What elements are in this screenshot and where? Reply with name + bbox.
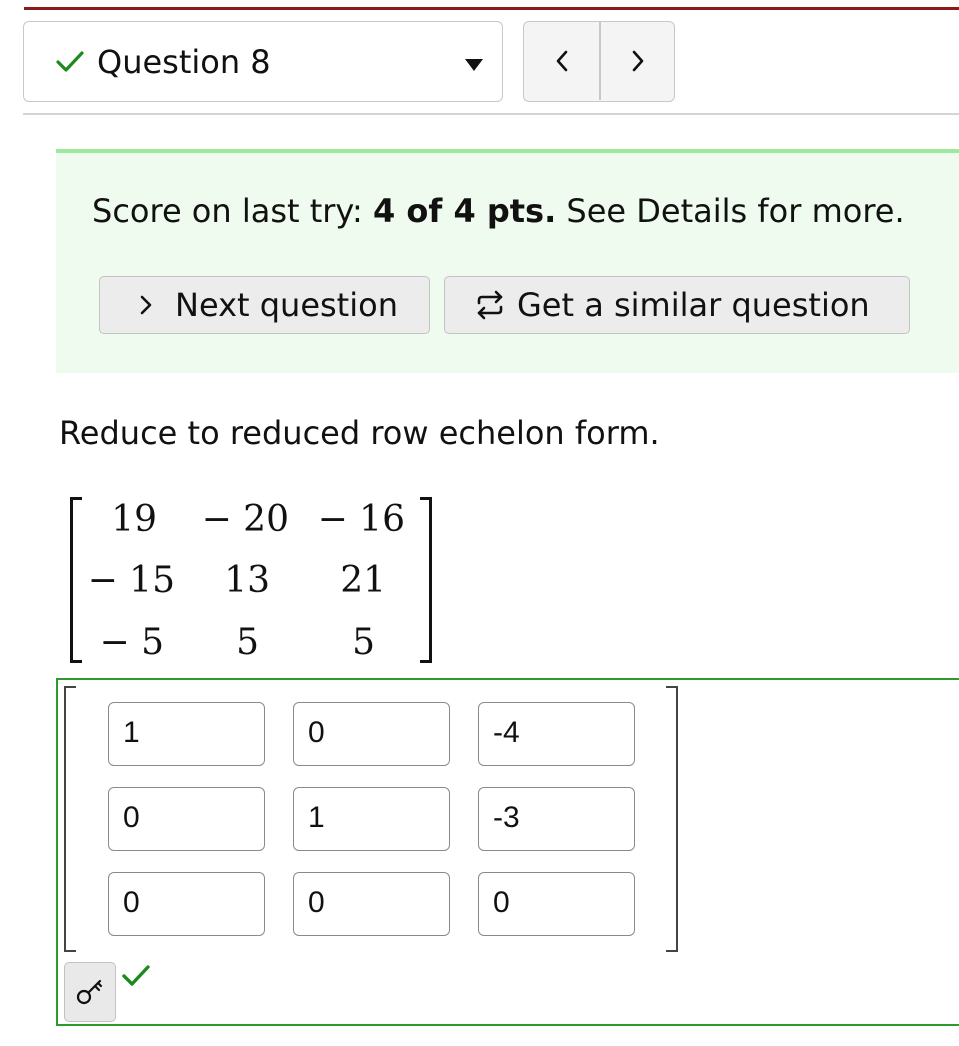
matrix-cell: − 5 — [99, 622, 164, 663]
header-divider — [23, 113, 959, 115]
chevron-right-icon — [140, 295, 152, 315]
question-nav — [523, 21, 675, 102]
answer-right-bracket — [666, 686, 678, 952]
matrix-cell: − 15 — [87, 560, 175, 601]
answer-left-bracket — [64, 686, 76, 952]
score-value: 4 of 4 pts. — [372, 192, 557, 230]
answer-cell-input[interactable]: -3 — [478, 787, 635, 851]
answer-cell-input[interactable]: 1 — [108, 702, 265, 766]
chevron-left-icon — [556, 50, 567, 72]
question-selector[interactable]: Question 8 — [23, 21, 503, 102]
matrix-cell: 5 — [236, 622, 259, 663]
matrix-cell: 19 — [111, 499, 157, 540]
question-prompt: Reduce to reduced row echelon form. — [59, 414, 660, 452]
answer-cell-input[interactable]: 0 — [293, 872, 450, 936]
chevron-right-icon — [632, 50, 643, 72]
next-question-label: Next question — [175, 285, 398, 324]
matrix-cell: − 16 — [317, 499, 405, 540]
previous-question-button[interactable] — [524, 22, 599, 100]
answer-cell-input[interactable]: 0 — [478, 872, 635, 936]
repeat-icon — [477, 290, 503, 320]
answer-matrix-box: 1 0 -4 0 1 -3 0 0 0 — [56, 678, 959, 1026]
similar-question-label: Get a similar question — [517, 285, 870, 324]
score-message: Score on last try: 4 of 4 pts. See Detai… — [92, 191, 905, 231]
answer-cell-input[interactable]: 1 — [293, 787, 450, 851]
score-panel: Score on last try: 4 of 4 pts. See Detai… — [56, 149, 959, 373]
top-rule — [24, 7, 959, 10]
answer-cell-input[interactable]: 0 — [293, 702, 450, 766]
correct-checkmark-icon — [122, 965, 150, 986]
next-question-button[interactable]: Next question — [99, 276, 430, 334]
checkmark-icon — [56, 51, 84, 72]
answer-cell-input[interactable]: -4 — [478, 702, 635, 766]
matrix-right-bracket — [420, 497, 432, 663]
answer-cell-input[interactable]: 0 — [108, 787, 265, 851]
similar-question-button[interactable]: Get a similar question — [444, 276, 910, 334]
matrix-cell: 13 — [224, 560, 270, 601]
matrix-cell: 5 — [352, 622, 375, 663]
question-label: Question 8 — [97, 43, 271, 81]
key-icon — [76, 979, 103, 1005]
matrix-cell: 21 — [340, 560, 386, 601]
answer-cell-input[interactable]: 0 — [108, 872, 265, 936]
matrix-cell: − 20 — [201, 499, 289, 540]
show-answer-key-button[interactable] — [64, 962, 116, 1022]
score-suffix: See Details for more. — [556, 192, 905, 230]
next-question-arrow-button[interactable] — [600, 22, 674, 100]
question-matrix: 19 − 20 − 16 − 15 13 21 − 5 5 5 — [70, 497, 432, 663]
score-prefix: Score on last try: — [92, 192, 373, 230]
caret-down-icon — [465, 59, 483, 71]
